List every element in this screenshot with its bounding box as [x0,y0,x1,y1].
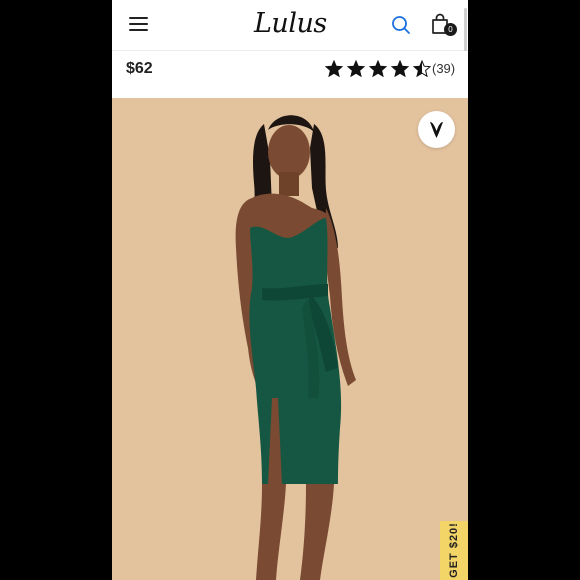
promo-tab-text: GET $20! [448,522,460,578]
site-header: Lulus 0 [112,0,468,56]
brand-logo[interactable]: Lulus [254,8,327,39]
price-rating-bar: $62 (39) [112,51,468,98]
star-icon [413,59,431,77]
wishlist-button[interactable] [418,111,455,148]
star-icon [369,59,387,77]
star-icon [391,59,409,77]
product-photo[interactable]: GET $20! [112,98,468,580]
heart-v-icon [430,122,443,138]
search-icon[interactable] [391,15,411,35]
star-icon [347,59,365,77]
review-count[interactable]: (39) [432,61,455,76]
hamburger-menu-icon[interactable] [129,17,148,32]
phone-screen: Lulus 0 $62 (39) GET $20! [112,0,468,580]
shopping-bag-button[interactable]: 0 [430,13,457,39]
bag-count-badge: 0 [444,23,457,36]
star-rating[interactable] [325,59,435,77]
promo-tab[interactable]: GET $20! [440,521,468,580]
star-icon [325,59,343,77]
scrollbar[interactable] [464,8,467,56]
product-price: $62 [126,60,153,77]
model-figure [235,115,356,580]
